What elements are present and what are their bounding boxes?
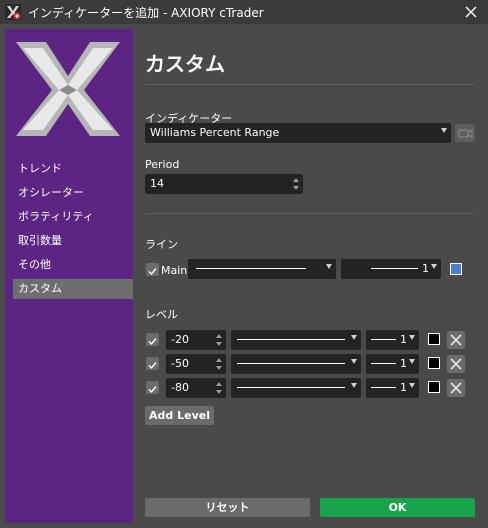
spinner-arrows-icon[interactable] [216,358,222,370]
main-line-checkbox[interactable] [146,263,159,276]
close-icon [450,382,462,394]
check-icon [148,338,157,346]
spinner-arrows-icon[interactable] [216,382,222,394]
main-line-label: Main [161,264,188,277]
level-width-select[interactable]: 1 [366,330,419,350]
level-width-select[interactable]: 1 [366,354,419,374]
chevron-down-icon [351,335,357,340]
level-width-value: 1 [400,381,407,394]
levels-section-label: レベル [145,308,178,321]
lines-section-label: ライン [145,238,178,251]
level-checkbox[interactable] [146,357,159,370]
line-style-sample [196,268,306,269]
period-value: 14 [150,177,164,190]
main-line-style-select[interactable] [188,259,336,279]
level-style-select[interactable] [231,378,361,398]
check-icon [148,362,157,370]
sidebar-item-volume[interactable]: 取引数量 [13,231,133,251]
level-value-input[interactable]: -80 [166,378,226,398]
indicator-select[interactable]: Williams Percent Range [145,123,451,143]
level-checkbox[interactable] [146,333,159,346]
level-value-input[interactable]: -20 [166,330,226,350]
level-width-select[interactable]: 1 [366,378,419,398]
level-color-swatch[interactable] [428,357,440,369]
sidebar-item-volatility[interactable]: ボラティリティ [13,207,133,227]
chevron-down-icon [431,264,437,269]
line-style-sample [237,387,345,388]
sidebar-item-trend[interactable]: トレンド [13,159,133,179]
level-value-input[interactable]: -50 [166,354,226,374]
line-width-sample [371,387,396,388]
main-line-width-value: 1 [422,262,429,275]
level-width-value: 1 [400,357,407,370]
close-icon [450,358,462,370]
remove-level-button[interactable] [447,331,465,349]
app-icon [5,4,21,20]
level-value: -80 [171,381,189,394]
period-label: Period [145,158,180,171]
section-divider [145,213,475,214]
line-width-sample [371,268,418,269]
close-button[interactable] [454,0,488,24]
title-bar: インディケーターを追加 - AXIORY cTrader [0,0,488,24]
axiory-logo [13,39,123,139]
chevron-down-icon [351,359,357,364]
sidebar-item-oscillator[interactable]: オシレーター [13,183,133,203]
period-input[interactable]: 14 [145,174,303,194]
spinner-arrows-icon[interactable] [216,334,222,346]
level-color-swatch[interactable] [428,381,440,393]
chevron-down-icon [409,359,415,364]
header-divider [145,84,475,85]
indicator-select-value: Williams Percent Range [150,126,280,139]
ok-button[interactable]: OK [320,498,475,517]
check-icon [148,386,157,394]
sidebar-item-other[interactable]: その他 [13,255,133,275]
line-width-sample [371,339,396,340]
camera-icon-button[interactable] [455,124,475,142]
add-level-button[interactable]: Add Level [145,406,214,425]
window-title: インディケーターを追加 - AXIORY cTrader [28,6,264,20]
chevron-down-icon [351,383,357,388]
level-style-select[interactable] [231,330,361,350]
main-line-color-swatch[interactable] [450,263,462,275]
camera-icon [458,129,473,138]
spinner-arrows-icon[interactable] [293,178,299,190]
level-color-swatch[interactable] [428,333,440,345]
line-style-sample [237,363,345,364]
chevron-down-icon [441,128,447,133]
sidebar-item-custom[interactable]: カスタム [13,279,133,299]
level-width-value: 1 [400,333,407,346]
close-icon [450,334,462,346]
level-checkbox[interactable] [146,381,159,394]
main-line-width-select[interactable]: 1 [341,259,441,279]
chevron-down-icon [409,383,415,388]
page-title: カスタム [145,52,225,76]
line-style-sample [237,339,345,340]
level-value: -20 [171,333,189,346]
reset-button[interactable]: リセット [145,498,310,517]
chevron-down-icon [326,264,332,269]
category-sidebar: トレンド オシレーター ボラティリティ 取引数量 その他 カスタム [5,29,133,523]
level-value: -50 [171,357,189,370]
close-icon [465,6,477,18]
line-width-sample [371,363,396,364]
remove-level-button[interactable] [447,355,465,373]
check-icon [148,268,157,276]
level-style-select[interactable] [231,354,361,374]
chevron-down-icon [409,335,415,340]
remove-level-button[interactable] [447,379,465,397]
